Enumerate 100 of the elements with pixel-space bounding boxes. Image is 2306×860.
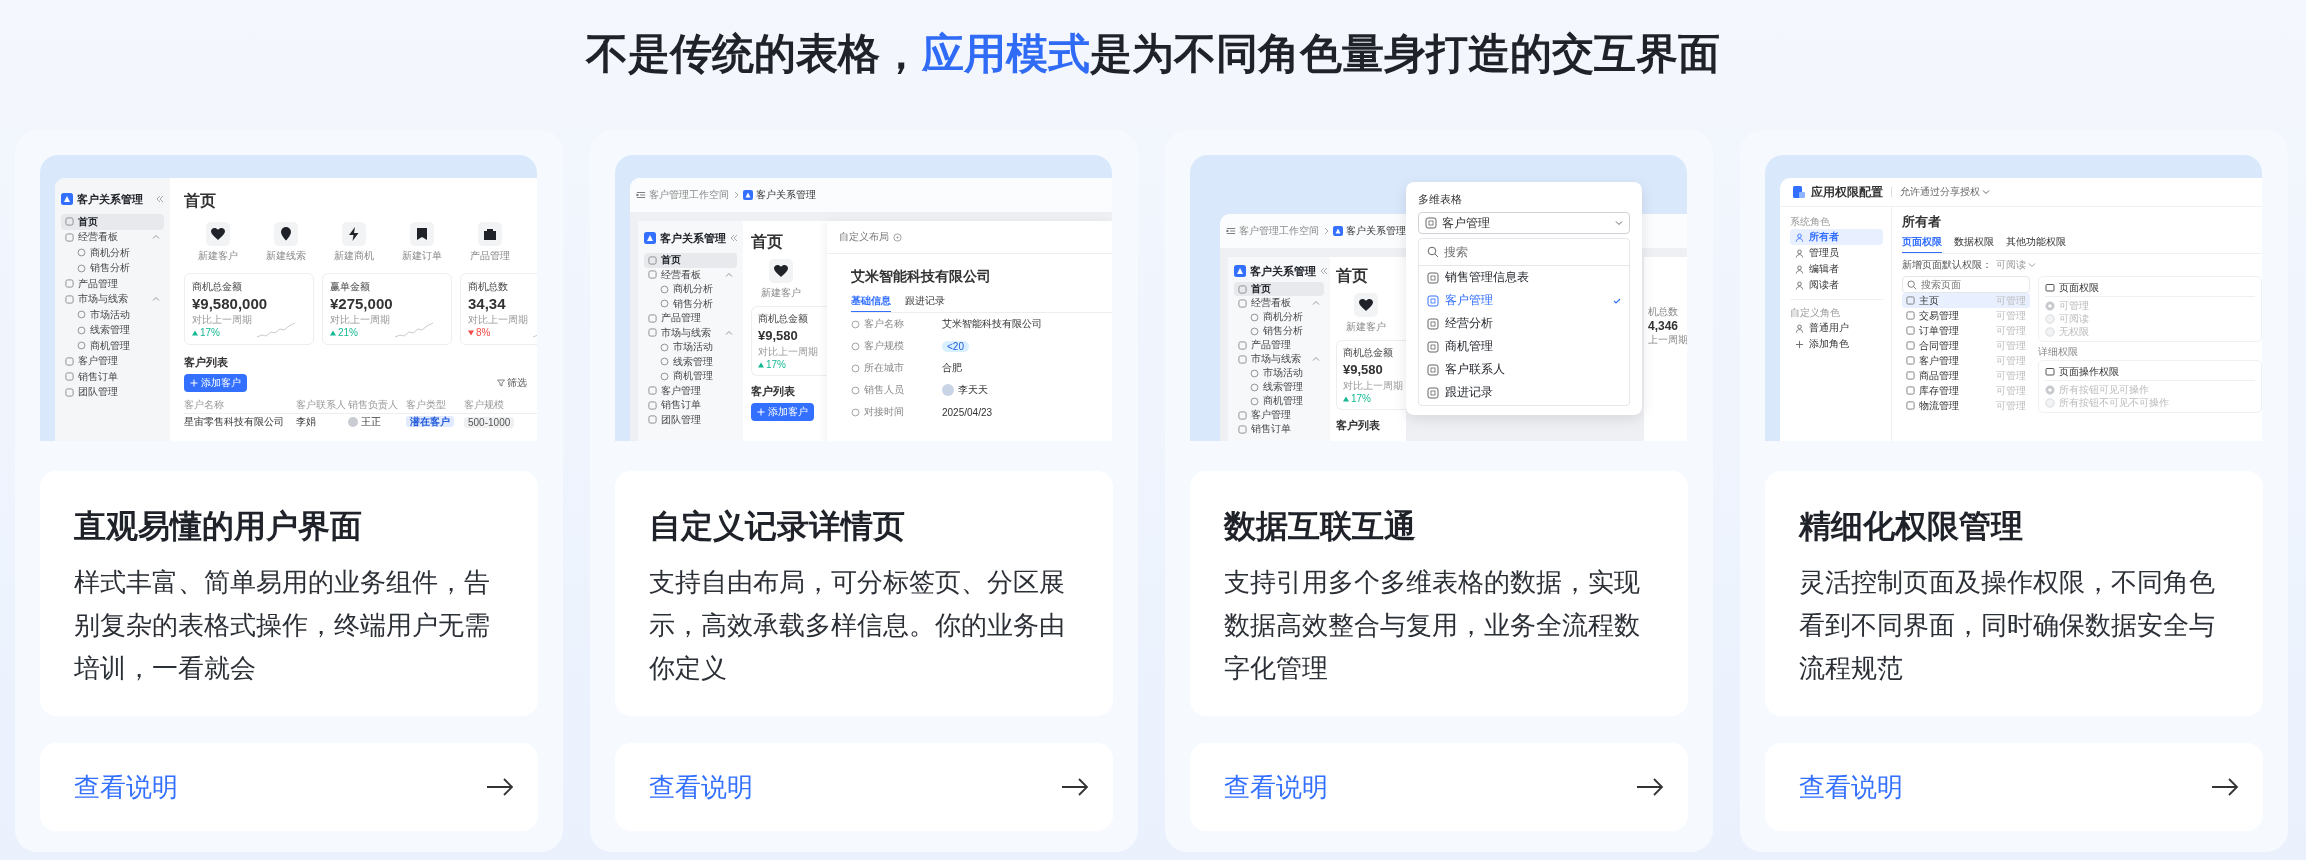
sidebar-item[interactable]: 销售分析 [1234, 324, 1324, 338]
menu-icon[interactable] [636, 190, 646, 200]
add-customer-button[interactable]: 添加客户 [751, 403, 814, 421]
page-title: 首页 [1336, 266, 1369, 286]
sidebar-item[interactable]: 商机分析 [61, 245, 164, 261]
tab[interactable]: 基础信息 [851, 294, 891, 312]
sidebar-item[interactable]: 客户管理 [644, 383, 737, 398]
sidebar-item[interactable]: 客户管理 [1234, 408, 1324, 422]
role-item[interactable]: 阅读者 [1790, 277, 1883, 293]
page-list-item[interactable]: 商品管理 可管理 [1902, 368, 2030, 383]
sidebar-item[interactable]: 团队管理 [644, 412, 737, 427]
breadcrumb-link[interactable]: 客户管理工作空间 [649, 188, 729, 202]
chevron-up-icon[interactable] [725, 328, 733, 337]
chevron-up-icon[interactable] [1312, 299, 1320, 307]
sidebar-item[interactable]: 市场与线索 [61, 291, 164, 307]
learn-more-link[interactable]: 查看说明 [1190, 743, 1688, 831]
chevron-up-icon[interactable] [1312, 355, 1320, 363]
page-list-item[interactable]: 客户管理 可管理 [1902, 353, 2030, 368]
sidebar-item[interactable]: 首页 [1234, 282, 1324, 296]
tab[interactable]: 跟进记录 [905, 294, 945, 312]
feature-title: 数据互联互通 [1224, 507, 1417, 546]
quick-action-button[interactable]: 新建客户 [184, 222, 252, 263]
quick-action-button[interactable]: 新建客户 [1336, 293, 1396, 334]
dropdown-option[interactable]: 跟进记录 [1419, 381, 1629, 404]
chevron-up-icon[interactable] [152, 295, 160, 304]
breadcrumb-link[interactable]: 客户关系管理 [756, 188, 816, 202]
sidebar-item[interactable]: 商机管理 [61, 338, 164, 354]
sidebar-item[interactable]: 首页 [644, 253, 737, 268]
dropdown-option[interactable]: 客户管理 [1419, 289, 1629, 312]
dropdown-option[interactable]: 经营分析 [1419, 312, 1629, 335]
collapse-icon[interactable] [1320, 267, 1328, 275]
sidebar-item[interactable]: 首页 [61, 214, 164, 230]
sidebar-item[interactable]: 市场活动 [644, 340, 737, 355]
sidebar-item[interactable]: 商机管理 [1234, 394, 1324, 408]
square-icon [1238, 424, 1247, 434]
page-list-item[interactable]: 物流管理 可管理 [1902, 398, 2030, 413]
search-field[interactable]: 搜索页面 [1902, 276, 2030, 293]
dropdown-option[interactable]: 销售管理信息表 [1419, 266, 1629, 289]
sidebar-item[interactable]: 产品管理 [1234, 338, 1324, 352]
chevron-down-icon [1615, 219, 1623, 227]
sidebar-item[interactable]: 线索管理 [61, 322, 164, 338]
quick-action-button[interactable]: 新建客户 [751, 259, 811, 300]
learn-more-link[interactable]: 查看说明 [1765, 743, 2263, 831]
sidebar-item[interactable]: 销售分析 [644, 296, 737, 311]
sidebar-item[interactable]: 市场活动 [61, 307, 164, 323]
tab[interactable]: 其他功能权限 [2006, 235, 2066, 253]
sidebar-item[interactable]: 经营看板 [644, 267, 737, 282]
sidebar-item[interactable]: 销售订单 [644, 398, 737, 413]
page-list-item[interactable]: 合同管理 可管理 [1902, 338, 2030, 353]
sidebar-item[interactable]: 经营看板 [61, 229, 164, 245]
sidebar-item[interactable]: 线索管理 [1234, 380, 1324, 394]
sidebar-item[interactable]: 经营看板 [1234, 296, 1324, 310]
share-setting-dropdown[interactable]: 允许通过分享授权 [1900, 185, 1990, 199]
sidebar-item[interactable]: 市场活动 [1234, 366, 1324, 380]
dropdown-option[interactable]: 商机管理 [1419, 335, 1629, 358]
sidebar-item[interactable]: 团队管理 [61, 384, 164, 400]
add-customer-button[interactable]: 添加客户 [184, 374, 247, 392]
sidebar-item[interactable]: 产品管理 [644, 311, 737, 326]
page-list-item[interactable]: 库存管理 可管理 [1902, 383, 2030, 398]
filter-button[interactable]: 筛选 [497, 376, 527, 390]
sidebar-item[interactable]: 商机管理 [644, 369, 737, 384]
search-field[interactable]: 搜索 [1444, 245, 1594, 259]
page-list-item[interactable]: 主页 可管理 [1902, 293, 2030, 308]
learn-more-link[interactable]: 查看说明 [615, 743, 1113, 831]
sidebar-item[interactable]: 线索管理 [644, 354, 737, 369]
sidebar-item[interactable]: 商机分析 [644, 282, 737, 297]
quick-action-button[interactable]: 新建订单 [388, 222, 456, 263]
chevron-up-icon[interactable] [725, 270, 733, 279]
quick-action-button[interactable]: 产品管理 [456, 222, 524, 263]
feature-description: 支持自由布局，可分标签页、分区展示，高效承载多样信息。你的业务由你定义 [649, 566, 1066, 685]
sidebar-item[interactable]: 商机分析 [1234, 310, 1324, 324]
role-item[interactable]: 管理员 [1790, 245, 1883, 261]
role-item[interactable]: 普通用户 [1790, 320, 1883, 336]
sidebar-item[interactable]: 客户管理 [61, 353, 164, 369]
collapse-icon[interactable] [156, 195, 164, 203]
sidebar-item[interactable]: 市场与线索 [644, 325, 737, 340]
breadcrumb-link[interactable]: 客户关系管理 [1346, 224, 1406, 238]
sidebar-item[interactable]: 销售分析 [61, 260, 164, 276]
breadcrumb-link[interactable]: 客户管理工作空间 [1239, 224, 1319, 238]
menu-icon[interactable] [1226, 226, 1236, 236]
page-list-item[interactable]: 订单管理 可管理 [1902, 323, 2030, 338]
page-list-item[interactable]: 交易管理 可管理 [1902, 308, 2030, 323]
table-select[interactable]: 客户管理 [1418, 212, 1630, 234]
role-item[interactable]: 编辑者 [1790, 261, 1883, 277]
quick-action-button[interactable]: 新建线索 [252, 222, 320, 263]
sidebar-item[interactable]: 销售订单 [61, 369, 164, 385]
tab[interactable]: 数据权限 [1954, 235, 1994, 253]
add-role-button[interactable]: 添加角色 [1790, 336, 1854, 352]
chevron-up-icon[interactable] [152, 233, 160, 242]
sidebar-item[interactable]: 销售订单 [1234, 422, 1324, 436]
field-value: 2025/04/23 [942, 406, 993, 418]
role-item[interactable]: 所有者 [1790, 229, 1883, 245]
tab[interactable]: 页面权限 [1902, 235, 1942, 253]
sidebar-item[interactable]: 产品管理 [61, 276, 164, 292]
learn-more-link[interactable]: 查看说明 [40, 743, 538, 831]
quick-action-button[interactable]: 新建商机 [320, 222, 388, 263]
dropdown-option[interactable]: 客户联系人 [1419, 358, 1629, 381]
change-value: 21% [338, 327, 358, 338]
sidebar-item[interactable]: 市场与线索 [1234, 352, 1324, 366]
collapse-icon[interactable] [730, 234, 738, 242]
